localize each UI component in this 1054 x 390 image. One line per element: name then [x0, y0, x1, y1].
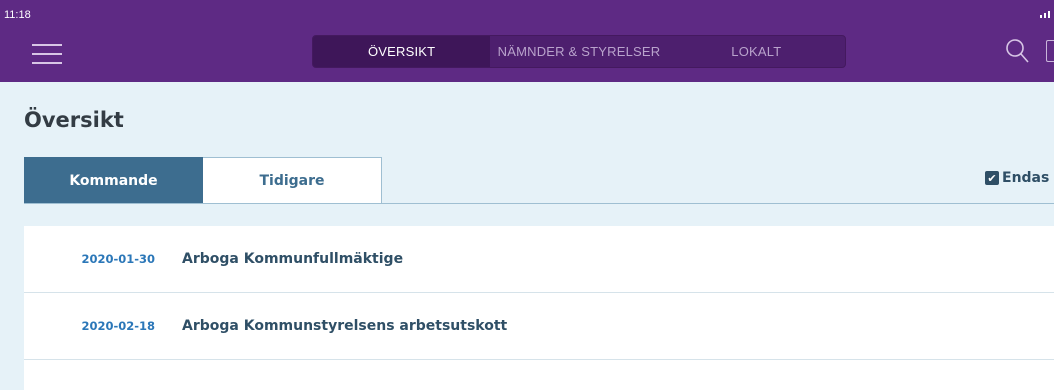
- tab-tidigare[interactable]: Tidigare: [203, 157, 382, 204]
- status-time: 11:18: [4, 9, 31, 21]
- meeting-date: 2020-02-18: [81, 319, 155, 333]
- list-item[interactable]: 2020-02-18 Arboga Kommunstyrelsens arbet…: [24, 293, 1054, 360]
- meeting-name: Arboga Kommunfullmäktige: [182, 251, 404, 267]
- top-navigation-bar: 11:18 ÖVERSIKT NÄMNDER & STYRELSER LOKAL…: [0, 0, 1054, 82]
- list-item[interactable]: 2020-01-30 Arboga Kommunfullmäktige: [24, 226, 1054, 293]
- bookmark-icon[interactable]: [1046, 40, 1054, 62]
- list-item: [24, 360, 1054, 390]
- meeting-date: 2020-01-30: [81, 252, 155, 266]
- meeting-name: Arboga Kommunstyrelsens arbetsutskott: [182, 318, 508, 334]
- segment-lokalt[interactable]: LOKALT: [668, 36, 845, 67]
- meeting-list: 2020-01-30 Arboga Kommunfullmäktige 2020…: [24, 226, 1054, 390]
- tab-divider: [24, 203, 1054, 204]
- menu-icon[interactable]: [32, 43, 62, 65]
- segment-namnder-styrelser[interactable]: NÄMNDER & STYRELSER: [490, 36, 667, 67]
- signal-icon: [1040, 11, 1050, 18]
- search-icon[interactable]: [1005, 38, 1029, 64]
- checkmark-icon[interactable]: ✔: [985, 171, 999, 185]
- filter-checkbox[interactable]: ✔ Endas: [985, 170, 1049, 186]
- segment-oversikt[interactable]: ÖVERSIKT: [313, 36, 491, 67]
- tab-kommande[interactable]: Kommande: [24, 157, 203, 204]
- section-switcher: ÖVERSIKT NÄMNDER & STYRELSER LOKALT: [312, 35, 846, 68]
- meeting-tabs: Kommande Tidigare: [24, 157, 382, 204]
- filter-label: Endas: [1002, 170, 1050, 186]
- page-title: Översikt: [24, 108, 124, 132]
